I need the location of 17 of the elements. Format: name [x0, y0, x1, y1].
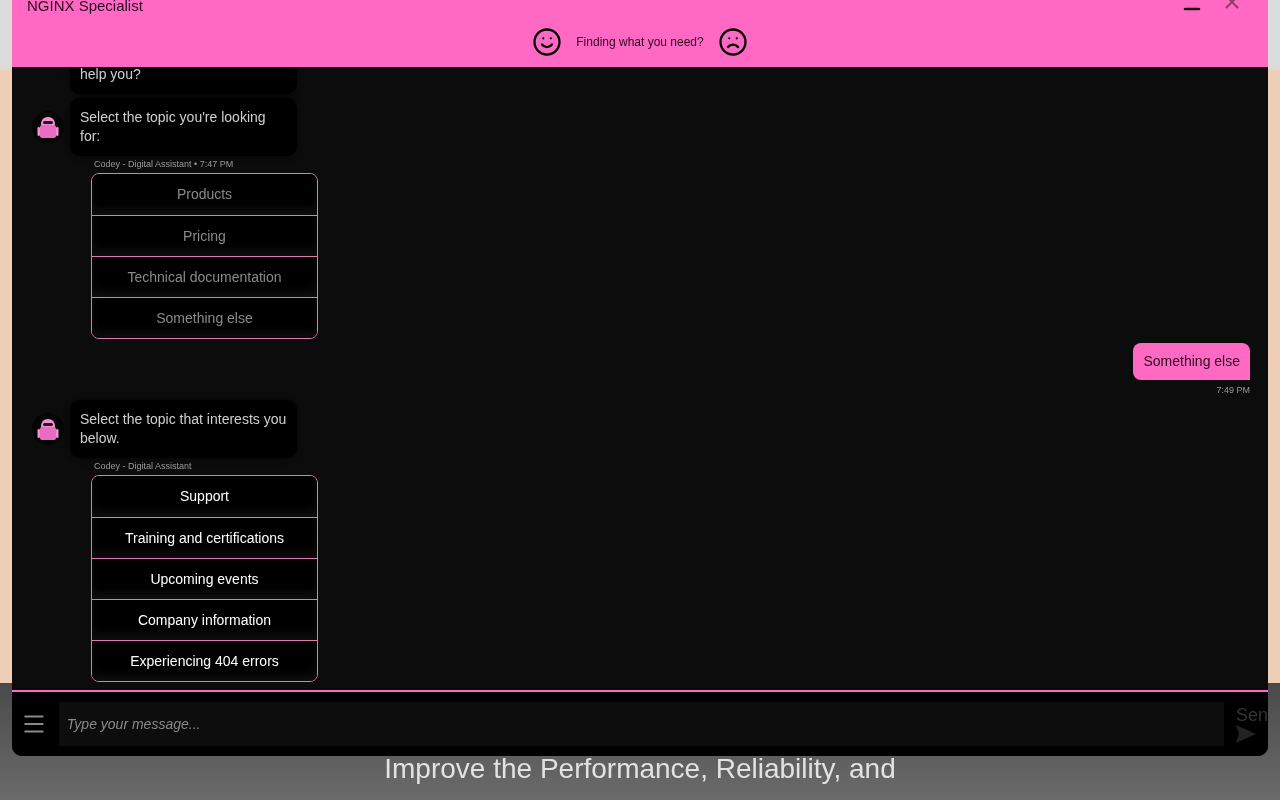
frown-icon[interactable] [717, 27, 748, 57]
bot-message: Select the topic you're looking for: [70, 98, 297, 156]
bot-avatar [32, 111, 64, 143]
topic-option[interactable]: Experiencing 404 errors [92, 640, 317, 681]
feedback-prompt: Finding what you need? [576, 34, 704, 51]
user-message: Something else [1133, 343, 1250, 380]
hero-headline: Improve the Performance, Reliability, and [384, 754, 896, 784]
message-meta: Codey - Digital Assistant [94, 460, 192, 472]
chat-title: NGINX Specialist [27, 0, 143, 15]
message-input[interactable]: Type your message... [58, 702, 1224, 746]
send-icon [1235, 725, 1256, 743]
smiley-icon[interactable] [532, 27, 563, 57]
bot-avatar [32, 413, 64, 445]
bot-message: Select the topic that interests you below. [70, 400, 297, 458]
message-meta: Codey - Digital Assistant • 7:47 PM [94, 158, 234, 170]
message-time: 7:49 PM [1216, 384, 1250, 396]
bot-message: help you? [70, 67, 297, 94]
